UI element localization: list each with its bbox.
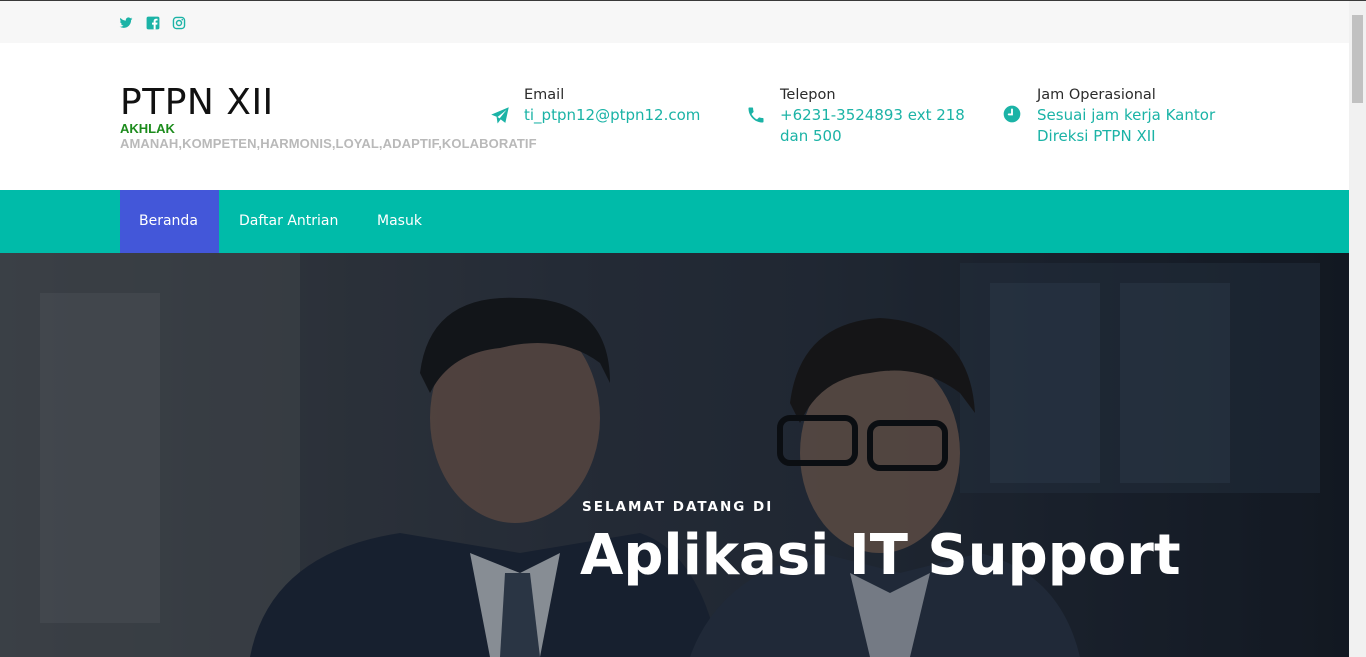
phone-label: Telepon	[780, 87, 836, 103]
vertical-scrollbar[interactable]	[1349, 1, 1366, 657]
hero-background-image	[0, 253, 1349, 657]
nav-item-beranda[interactable]: Beranda	[120, 190, 219, 253]
scrollbar-thumb[interactable]	[1352, 15, 1363, 103]
phone-icon	[746, 105, 766, 125]
hero-kicker: SELAMAT DATANG DI	[582, 499, 774, 515]
phone-value-line2: dan 500	[780, 127, 842, 145]
hours-value-line2: Direksi PTPN XII	[1037, 127, 1156, 145]
hours-label: Jam Operasional	[1037, 87, 1156, 103]
site-header: PTPN XII AKHLAK AMANAH,KOMPETEN,HARMONIS…	[0, 43, 1349, 190]
hero-title: Aplikasi IT Support	[580, 523, 1181, 588]
instagram-icon[interactable]	[172, 16, 186, 30]
nav-item-masuk[interactable]: Masuk	[358, 190, 441, 253]
clock-icon	[1002, 104, 1022, 124]
brand-subtitle: AKHLAK	[120, 121, 175, 136]
facebook-icon[interactable]	[146, 16, 160, 30]
brand-title[interactable]: PTPN XII	[120, 83, 274, 123]
paper-plane-icon	[490, 106, 510, 126]
phone-value-line1[interactable]: +6231-3524893 ext 218	[780, 105, 965, 126]
hours-value-line1: Sesuai jam kerja Kantor	[1037, 106, 1216, 124]
social-topbar	[0, 1, 1349, 43]
twitter-icon[interactable]	[119, 16, 133, 30]
nav-item-daftar-antrian[interactable]: Daftar Antrian	[220, 190, 357, 253]
email-value[interactable]: ti_ptpn12@ptpn12.com	[524, 105, 700, 126]
main-nav: Beranda Daftar Antrian Masuk	[0, 190, 1349, 253]
hero-banner: SELAMAT DATANG DI Aplikasi IT Support	[0, 253, 1349, 657]
email-label: Email	[524, 87, 565, 103]
brand-values: AMANAH,KOMPETEN,HARMONIS,LOYAL,ADAPTIF,K…	[120, 136, 537, 151]
